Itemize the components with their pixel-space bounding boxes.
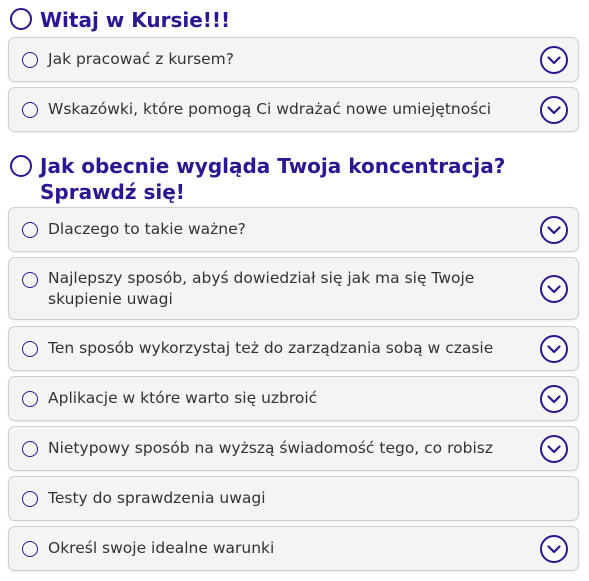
section-status-circle-icon [10, 155, 32, 177]
chevron-down-icon[interactable] [540, 535, 568, 563]
section-title: Witaj w Kursie!!! [40, 8, 231, 32]
lesson-label-line-2: skupienie uwagi [48, 290, 173, 308]
section-title: Jak obecnie wygląda Twoja koncentracja? … [40, 153, 505, 205]
chevron-down-icon[interactable] [540, 275, 568, 303]
course-outline: Witaj w Kursie!!! Jak pracować z kursem?… [0, 0, 589, 581]
section-header-concentration[interactable]: Jak obecnie wygląda Twoja koncentracja? … [10, 153, 505, 205]
lesson-label: Dlaczego to takie ważne? [48, 220, 246, 238]
lesson-item-apps[interactable]: Aplikacje w które warto się uzbroić [8, 376, 579, 421]
section-title-line-1: Jak obecnie wygląda Twoja koncentracja? [40, 154, 506, 178]
lesson-label: Najlepszy sposób, abyś dowiedział się ja… [48, 268, 518, 310]
lesson-status-circle-icon [22, 391, 38, 407]
lesson-label: Wskazówki, które pomogą Ci wdrażać nowe … [48, 100, 492, 118]
lesson-label: Ten sposób wykorzystaj też do zarządzani… [48, 339, 494, 357]
chevron-down-icon[interactable] [540, 435, 568, 463]
section-status-circle-icon [10, 8, 32, 30]
lesson-label-line-1: Najlepszy sposób, abyś dowiedział się ja… [48, 269, 475, 287]
lesson-item-ideal-conditions[interactable]: Określ swoje idealne warunki [8, 526, 579, 571]
section-header-welcome[interactable]: Witaj w Kursie!!! [10, 7, 230, 33]
chevron-down-icon[interactable] [540, 46, 568, 74]
lesson-status-circle-icon [22, 52, 38, 68]
lesson-label: Aplikacje w które warto się uzbroić [48, 389, 318, 407]
lesson-label: Testy do sprawdzenia uwagi [48, 489, 266, 507]
lesson-label: Nietypowy sposób na wyższą świadomość te… [48, 439, 493, 457]
lesson-item-time-management[interactable]: Ten sposób wykorzystaj też do zarządzani… [8, 326, 579, 371]
lesson-label: Jak pracować z kursem? [48, 50, 235, 68]
lesson-status-circle-icon [22, 441, 38, 457]
chevron-down-icon[interactable] [540, 216, 568, 244]
lesson-status-circle-icon [22, 102, 38, 118]
lesson-item-best-way[interactable]: Najlepszy sposób, abyś dowiedział się ja… [8, 257, 579, 320]
chevron-down-icon[interactable] [540, 96, 568, 124]
lesson-item-attention-tests[interactable]: Testy do sprawdzenia uwagi [8, 476, 579, 521]
lesson-status-circle-icon [22, 541, 38, 557]
lesson-item-tips[interactable]: Wskazówki, które pomogą Ci wdrażać nowe … [8, 87, 579, 132]
lesson-label: Określ swoje idealne warunki [48, 539, 275, 557]
section-title-line-2: Sprawdź się! [40, 180, 185, 204]
lesson-item-why-important[interactable]: Dlaczego to takie ważne? [8, 207, 579, 252]
chevron-down-icon[interactable] [540, 335, 568, 363]
lesson-item-how-to-work[interactable]: Jak pracować z kursem? [8, 37, 579, 82]
lesson-status-circle-icon [22, 272, 38, 288]
chevron-down-icon[interactable] [540, 385, 568, 413]
lesson-status-circle-icon [22, 491, 38, 507]
lesson-status-circle-icon [22, 341, 38, 357]
lesson-item-awareness[interactable]: Nietypowy sposób na wyższą świadomość te… [8, 426, 579, 471]
lesson-status-circle-icon [22, 222, 38, 238]
